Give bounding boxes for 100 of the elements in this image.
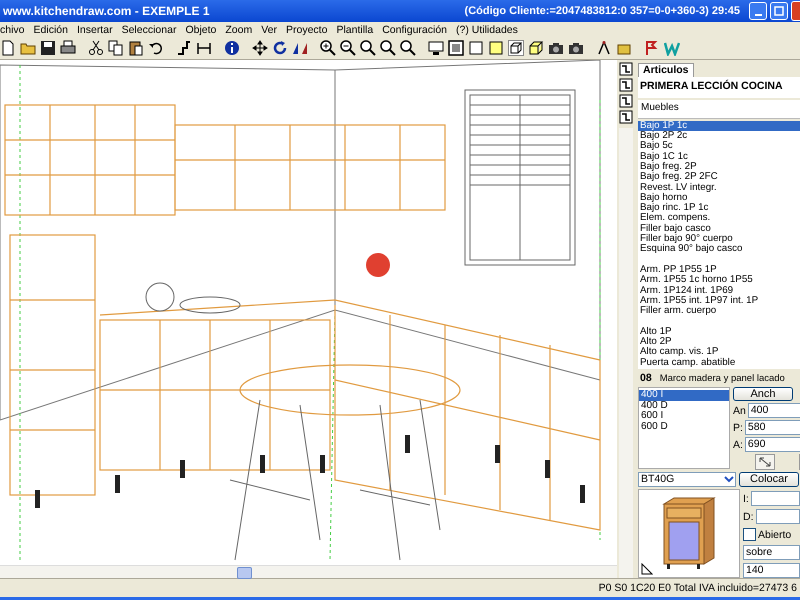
zoom-icon[interactable] (360, 40, 376, 56)
catalog-item[interactable]: Bajo 5c (638, 141, 800, 152)
close-button[interactable] (791, 1, 800, 21)
dimension-label: A: (733, 438, 743, 451)
window-title: www.kitchendraw.com - EXEMPLE 1 (3, 4, 210, 18)
variant-item[interactable]: 400 I (639, 390, 729, 401)
catalog-item[interactable]: Alto 1P (638, 326, 800, 337)
menu-item[interactable]: Seleccionar (122, 24, 176, 36)
catalog-item[interactable]: Alto 2P (638, 336, 800, 348)
maximize-icon (774, 6, 784, 16)
dimension-field[interactable]: 690 (744, 437, 800, 452)
move-icon[interactable] (252, 40, 268, 56)
menu-item[interactable]: Ver (261, 24, 277, 36)
menu-item[interactable]: Objeto (185, 24, 216, 36)
menu-item[interactable]: chivo (0, 24, 25, 36)
finish-name: Marco madera y panel lacado (660, 372, 785, 384)
variant-item[interactable]: 400 D (639, 400, 729, 412)
dimension-label: P: (733, 422, 743, 434)
catalog-item[interactable]: Revest. LV integr. (638, 182, 800, 193)
view-tool-icon[interactable] (619, 62, 633, 76)
minimize-button[interactable] (749, 2, 767, 20)
catalog-item[interactable]: Bajo freg. 2P 2FC (638, 172, 800, 183)
open-checkbox[interactable] (743, 528, 756, 541)
catalog-item[interactable]: Bajo 1P 1c (638, 120, 800, 132)
info-icon[interactable] (224, 40, 240, 56)
catalog-item[interactable]: Arm. 1P55 1c horno 1P55 (638, 275, 800, 286)
position-field[interactable]: sobre (743, 545, 800, 560)
new-file-icon[interactable] (0, 40, 16, 56)
menu-item[interactable]: Zoom (225, 24, 252, 36)
copy-icon[interactable] (108, 40, 124, 56)
arrows-icon[interactable] (755, 454, 775, 470)
minimize-icon (754, 14, 762, 16)
menu-item[interactable]: Insertar (76, 24, 113, 36)
catalog-item[interactable]: Arm. 1P55 int. 1P97 int. 1P (638, 296, 800, 306)
scroll-thumb[interactable] (237, 567, 252, 580)
open-label: Abierto (758, 528, 792, 540)
scissors-icon[interactable] (88, 40, 104, 56)
view-tool-icon[interactable] (619, 94, 633, 108)
variant-item[interactable]: 600 I (639, 411, 729, 422)
catalog-item[interactable]: Elem. compens. (638, 213, 800, 224)
catalog-item[interactable]: Bajo 1C 1c (638, 152, 800, 162)
zoom-icon[interactable] (400, 40, 416, 56)
monitor-icon[interactable] (428, 40, 444, 56)
cube-view-icon[interactable] (508, 40, 524, 56)
camera-icon[interactable] (548, 40, 564, 56)
dimension-field[interactable]: 400 (748, 403, 800, 418)
cube-icon[interactable] (528, 40, 544, 56)
reference-dropdown[interactable]: BT40G (638, 472, 736, 487)
catalog-item[interactable]: Alto camp. vis. 1P (638, 347, 800, 358)
square-icon[interactable] (468, 40, 484, 56)
catalog-item[interactable]: Bajo horno (638, 192, 800, 204)
dimension-label: An (733, 404, 746, 417)
catalog-item[interactable]: Filler arm. cuerpo (638, 306, 800, 316)
offset-label: I: (743, 492, 749, 504)
articles-tab[interactable]: Articulos (638, 63, 694, 77)
variant-item[interactable]: 600 D (639, 422, 729, 432)
clipboard-icon[interactable] (128, 40, 144, 56)
category-dropdown[interactable]: Muebles (638, 100, 800, 119)
dimension-field[interactable]: 580 (744, 420, 800, 436)
width-button[interactable]: Anch (733, 387, 793, 402)
frame-icon[interactable] (448, 40, 464, 56)
vertical-scrollbar[interactable] (619, 128, 633, 578)
menu-item[interactable]: Proyecto (286, 24, 328, 36)
offset-field[interactable] (750, 491, 800, 506)
place-button[interactable]: Colocar (739, 472, 799, 487)
step-icon[interactable] (176, 40, 192, 56)
catalog-item[interactable]: Esquina 90° bajo casco (638, 244, 800, 255)
zoom-icon[interactable] (380, 40, 396, 56)
maximize-button[interactable] (770, 2, 788, 20)
w-logo-icon[interactable] (664, 40, 680, 56)
horizontal-scrollbar[interactable] (0, 565, 617, 578)
status-text: P0 S0 1C20 E0 Total IVA incluido=27473 6 (598, 582, 797, 594)
zoom-out-icon[interactable] (340, 40, 356, 56)
menu-item[interactable]: (?) Utilidades (456, 24, 518, 36)
project-title: PRIMERA LECCIÓN COCINA (638, 76, 800, 98)
menu-item[interactable]: Edición (34, 24, 68, 36)
catalog-item[interactable]: Bajo freg. 2P (638, 162, 800, 172)
catalog-item[interactable]: Arm. PP 1P55 1P (638, 264, 800, 276)
menu-item[interactable]: Configuración (382, 24, 448, 36)
printer-icon[interactable] (60, 40, 76, 56)
height-field[interactable]: 140 (743, 563, 800, 578)
catalog-item[interactable]: Bajo 2P 2c (638, 131, 800, 142)
catalog-item[interactable]: Filler bajo casco (638, 224, 800, 234)
rotate-icon[interactable] (272, 40, 288, 56)
catalog-item[interactable]: Filler bajo 90° cuerpo (638, 234, 800, 244)
compass-icon[interactable] (596, 40, 612, 56)
catalog-item[interactable]: Puerta camp. abatible (638, 358, 800, 368)
catalog-item[interactable]: Arm. 1P124 int. 1P69 (638, 286, 800, 296)
zoom-in-icon[interactable] (320, 40, 336, 56)
camera-icon[interactable] (568, 40, 584, 56)
filled-square-icon[interactable] (488, 40, 504, 56)
resize-corner-icon[interactable] (641, 563, 653, 575)
catalog-item[interactable]: Bajo rinc. 1P 1c (638, 203, 800, 214)
undo-icon[interactable] (148, 40, 164, 56)
view-tool-icon[interactable] (619, 110, 633, 124)
dimension-icon[interactable] (196, 40, 212, 56)
offset-field[interactable] (756, 509, 800, 524)
flag-icon[interactable] (644, 40, 660, 56)
menu-item[interactable]: Plantilla (336, 24, 374, 36)
view-tool-icon[interactable] (619, 78, 633, 92)
